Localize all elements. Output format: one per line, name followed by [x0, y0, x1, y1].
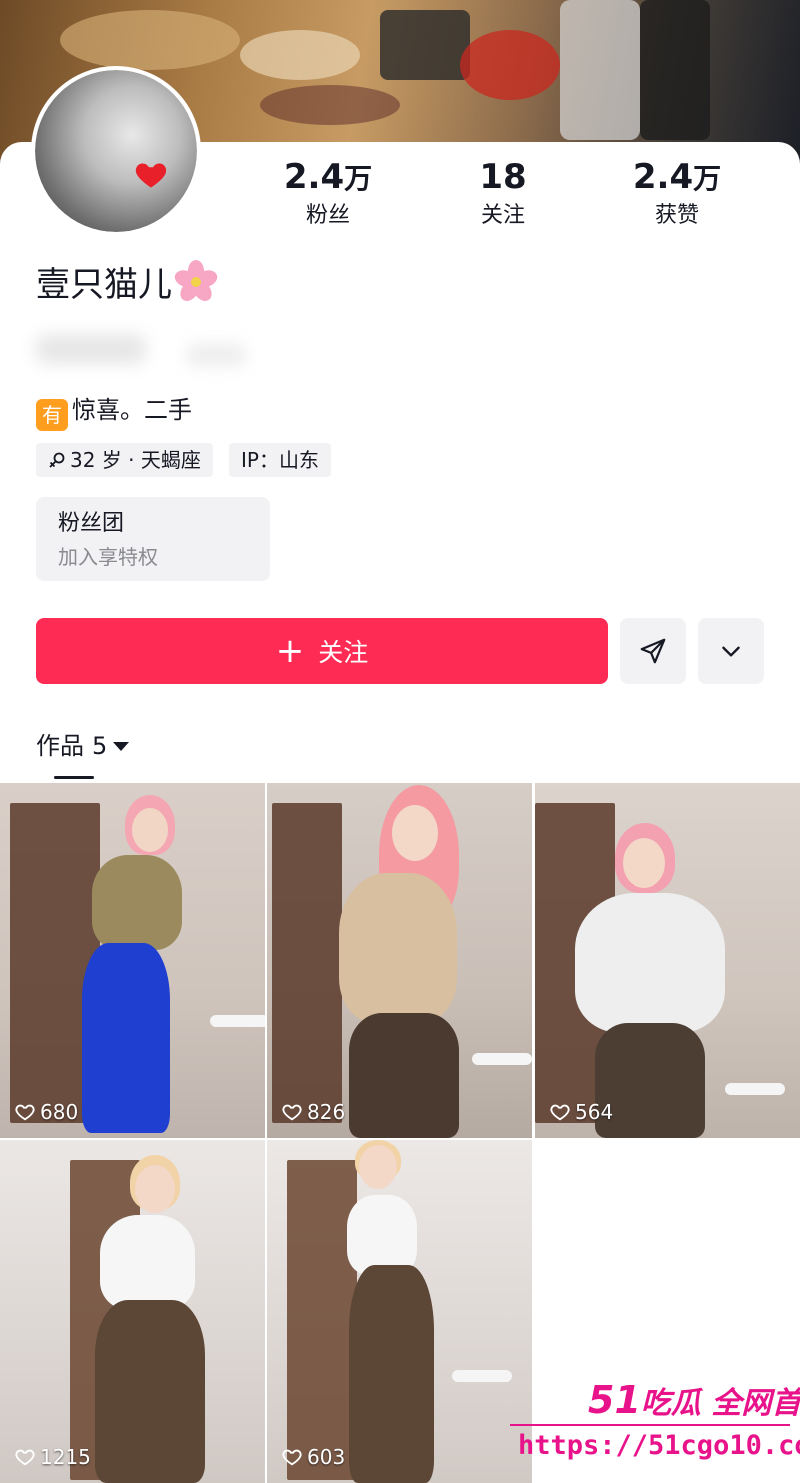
- watermark-line: [510, 1424, 790, 1426]
- bio: 有惊喜。二手: [36, 392, 192, 431]
- fanclub-subtitle: 加入享特权: [58, 545, 158, 569]
- stat-followers[interactable]: 2.4万 粉丝: [253, 155, 403, 231]
- heart-outline-icon: [282, 1449, 302, 1466]
- profile-stats: 2.4万 粉丝 18 关注 2.4万 获赞: [240, 155, 780, 235]
- age-tag: 32 岁 · 天蝎座: [36, 443, 213, 477]
- stat-likes[interactable]: 2.4万 获赞: [602, 155, 752, 231]
- video-thumbnail[interactable]: 603: [267, 1140, 532, 1483]
- more-button[interactable]: [698, 618, 764, 684]
- send-icon: [640, 638, 666, 664]
- heart-outline-icon: [15, 1104, 35, 1121]
- stat-label: 关注: [480, 203, 525, 228]
- age-tag-text: 32 岁 · 天蝎座: [70, 448, 201, 472]
- video-thumbnail[interactable]: 826: [267, 783, 532, 1138]
- fanclub-title: 粉丝团: [58, 511, 125, 536]
- video-thumbnail[interactable]: 1215: [0, 1140, 265, 1483]
- avatar[interactable]: [31, 66, 201, 236]
- caret-down-icon: [113, 742, 130, 751]
- blurred-account-info: [36, 324, 256, 374]
- heart-outline-icon: [282, 1104, 302, 1121]
- follow-button[interactable]: + 关注: [36, 618, 608, 684]
- like-count: 826: [281, 1100, 345, 1124]
- like-count: 1215: [14, 1445, 91, 1469]
- tab-works[interactable]: 作品 5: [36, 726, 130, 766]
- video-thumbnail[interactable]: 680: [0, 783, 265, 1138]
- watermark: 51吃瓜 全网首发 https://51cgo10.com: [510, 1378, 800, 1483]
- share-button[interactable]: [620, 618, 686, 684]
- female-icon: [49, 452, 65, 468]
- watermark-url: https://51cgo10.com: [518, 1430, 800, 1461]
- like-count: 680: [14, 1100, 78, 1124]
- nickname: 壹只猫儿: [36, 260, 218, 309]
- stat-label: 获赞: [654, 203, 699, 228]
- plus-icon: +: [275, 631, 305, 671]
- bio-text: 惊喜。二手: [72, 396, 192, 424]
- follow-label: 关注: [318, 638, 369, 667]
- avatar-photo: [35, 70, 197, 232]
- video-thumbnail[interactable]: 564: [535, 783, 800, 1138]
- stat-following[interactable]: 18 关注: [428, 155, 578, 231]
- chevron-down-icon: [722, 646, 740, 657]
- works-count: 5: [92, 732, 108, 760]
- bio-badge: 有: [36, 399, 68, 431]
- heart-outline-icon: [550, 1104, 570, 1121]
- stat-label: 粉丝: [305, 203, 350, 228]
- watermark-title: 51吃瓜 全网首发: [588, 1378, 800, 1422]
- heart-outline-icon: [15, 1449, 35, 1466]
- fanclub-card[interactable]: 粉丝团 加入享特权: [36, 497, 270, 581]
- cherry-blossom-icon: [174, 260, 218, 301]
- like-count: 564: [549, 1100, 613, 1124]
- works-label: 作品: [36, 732, 84, 760]
- ip-tag: IP：山东: [229, 443, 331, 477]
- tab-underline: [54, 776, 94, 779]
- like-count: 603: [281, 1445, 345, 1469]
- nickname-text: 壹只猫儿: [36, 265, 172, 305]
- heart-icon: [135, 163, 167, 188]
